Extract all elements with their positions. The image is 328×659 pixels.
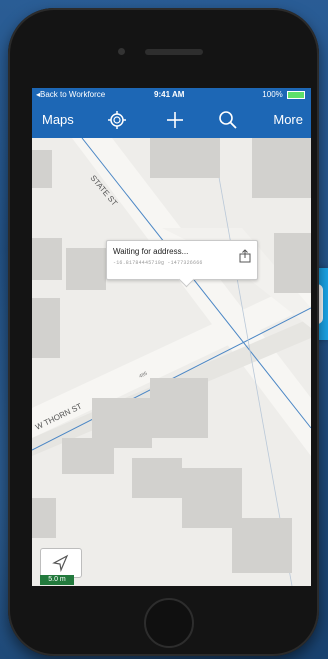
callout-title: Waiting for address... <box>113 247 189 256</box>
navigation-arrow-icon <box>52 554 69 573</box>
battery-percent: 100% <box>262 90 283 99</box>
more-button[interactable]: More <box>273 112 303 127</box>
status-bar: ◂Back to Workforce 9:41 AM 100% <box>32 88 311 102</box>
status-indicators: 100% <box>262 88 305 102</box>
building <box>132 458 182 498</box>
location-target-icon[interactable] <box>106 109 128 131</box>
building <box>32 150 52 188</box>
maps-button[interactable]: Maps <box>42 112 74 127</box>
search-icon[interactable] <box>217 109 239 131</box>
map-view[interactable]: STATE ST W THORN ST 485 <box>32 138 311 586</box>
share-icon[interactable] <box>239 249 251 263</box>
building <box>150 138 220 178</box>
battery-icon <box>287 90 305 99</box>
back-to-workforce-link[interactable]: ◂Back to Workforce <box>36 88 105 102</box>
home-button[interactable] <box>144 598 194 648</box>
scale-badge: 5.0 m <box>40 575 74 585</box>
screen: ◂Back to Workforce 9:41 AM 100% Maps Mor… <box>32 88 311 586</box>
speaker <box>145 49 203 55</box>
status-time: 9:41 AM <box>154 90 185 99</box>
callout-coordinates: -16.81784445710g -1477326666 <box>113 260 203 266</box>
building <box>232 518 292 573</box>
building <box>150 378 208 438</box>
camera <box>118 48 125 55</box>
back-label: Back to Workforce <box>40 90 106 99</box>
address-callout[interactable]: Waiting for address... -16.81784445710g … <box>106 240 258 288</box>
building <box>32 298 60 358</box>
building <box>32 498 56 538</box>
nav-bar: Maps More <box>32 102 311 138</box>
building <box>252 138 311 198</box>
building <box>66 248 106 290</box>
plus-icon[interactable] <box>164 109 186 131</box>
locate-button[interactable] <box>40 548 82 578</box>
building <box>32 238 62 280</box>
building <box>274 233 311 293</box>
phone-frame: ◂Back to Workforce 9:41 AM 100% Maps Mor… <box>8 8 319 656</box>
building <box>92 398 152 448</box>
